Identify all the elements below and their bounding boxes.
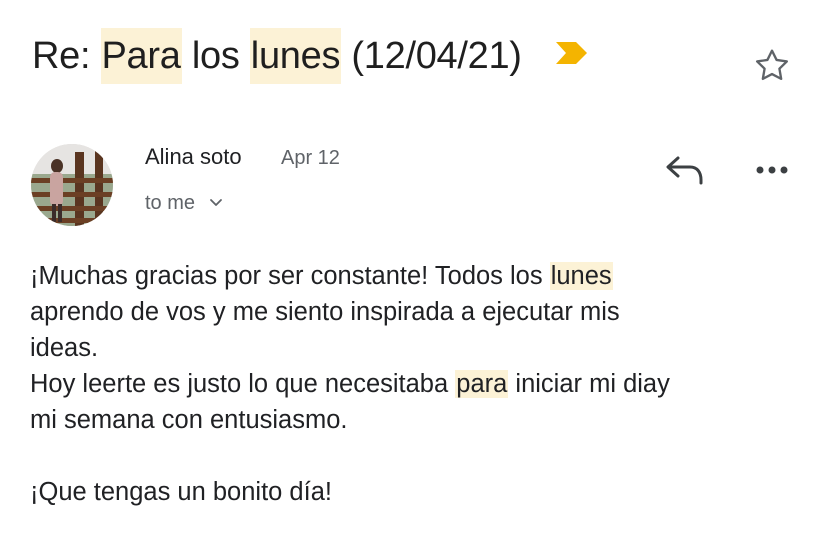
body-line: aprendo de vos y me siento inspirada a e… <box>30 298 620 326</box>
body-highlight: lunes <box>549 262 613 290</box>
label-important-icon[interactable] <box>554 27 590 83</box>
subject-word: los <box>191 35 240 77</box>
recipient-label: to me <box>145 192 196 214</box>
closing-line: ¡Que tengas un bonito día! <box>30 478 332 506</box>
sender-name: Alina soto <box>145 144 242 169</box>
email-date: Apr 12 <box>281 147 340 169</box>
email-subject: Re: Para los lunes (12/04/21) <box>32 28 590 84</box>
body-line: mi semana con entusiasmo. <box>30 406 348 434</box>
body-line: ideas. <box>30 334 99 362</box>
body-text: Hoy leerte es justo lo que necesitaba <box>30 370 456 398</box>
subject-date: (12/04/21) <box>351 35 522 77</box>
body-text: iniciar mi diay <box>508 370 670 398</box>
subject-prefix: Re: <box>32 35 91 77</box>
body-line: ¡Muchas gracias por ser constante! Todos… <box>30 258 810 294</box>
recipient-toggle[interactable]: to me <box>145 192 223 215</box>
subject-word-highlight: Para <box>100 28 182 84</box>
email-body: ¡Muchas gracias por ser constante! Todos… <box>30 258 810 510</box>
body-line: Hoy leerte es justo lo que necesitaba pa… <box>30 366 810 402</box>
chevron-down-icon <box>209 191 223 214</box>
more-options-icon[interactable] <box>752 156 792 184</box>
star-icon[interactable] <box>752 46 792 86</box>
body-text: ¡Muchas gracias por ser constante! Todos… <box>30 262 550 290</box>
subject-word-highlight: lunes <box>249 28 342 84</box>
reply-icon[interactable] <box>664 152 706 188</box>
sender-avatar[interactable] <box>31 144 113 226</box>
body-highlight: para <box>455 370 509 398</box>
